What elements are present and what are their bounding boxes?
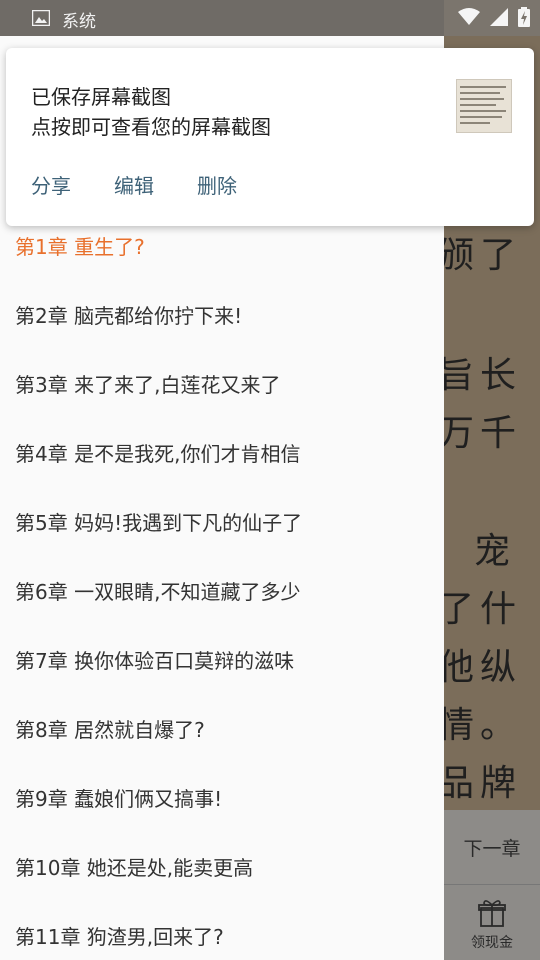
reader-line: 宠 [474,531,517,572]
reader-line: 万千 [444,413,523,454]
chapter-item[interactable]: 第10章 她还是处,能卖更高 [15,852,253,881]
chapter-item[interactable]: 第4章 是不是我死,你们才肯相信 [15,438,300,467]
system-icons [458,7,530,27]
divider [444,884,540,885]
cash-label: 领现金 [471,935,513,951]
reader-line: 了什 [444,589,523,630]
image-icon [32,10,50,26]
chapter-item[interactable]: 第8章 居然就自爆了? [15,714,205,743]
edit-button[interactable]: 编辑 [114,170,154,199]
screenshot-thumbnail[interactable] [456,79,512,133]
reader-line: 品牌 [444,763,523,804]
notification-subtitle: 点按即可查看您的屏幕截图 [31,115,271,139]
chapter-item[interactable]: 第6章 一双眼睛,不知道藏了多少 [15,576,300,605]
reader-line: 颁了 [444,235,523,276]
battery-charging-icon [518,7,530,27]
signal-icon [490,8,508,26]
gift-icon [478,900,506,927]
chapter-item[interactable]: 第3章 来了来了,白莲花又来了 [15,369,280,398]
chapter-item[interactable]: 第11章 狗渣男,回来了? [15,921,224,950]
chapter-item[interactable]: 第5章 妈妈!我遇到下凡的仙子了 [15,507,302,536]
status-bar: 系统 [0,0,540,36]
reader-line: 旨长 [444,355,523,396]
chapter-item[interactable]: 第9章 蠢娘们俩又搞事! [15,783,222,812]
notification-actions: 分享 编辑 删除 [31,170,280,199]
reader-line: 他纵 [444,647,523,688]
share-button[interactable]: 分享 [31,170,71,199]
delete-button[interactable]: 删除 [197,170,237,199]
chapter-item[interactable]: 第2章 脑壳都给你拧下来! [15,300,242,329]
notification-title: 已保存屏幕截图 [31,85,171,109]
next-chapter-button[interactable]: 下一章 [444,810,540,884]
chapter-item[interactable]: 第1章 重生了? [15,231,145,260]
reader-line: 情。 [444,705,523,746]
wifi-icon [458,8,480,25]
status-app-label: 系统 [62,12,96,32]
chapter-item[interactable]: 第7章 换你体验百口莫辩的滋味 [15,645,294,674]
screenshot-notification[interactable]: 已保存屏幕截图 点按即可查看您的屏幕截图 分享 编辑 删除 [6,48,534,226]
cash-button[interactable]: 领现金 [444,886,540,960]
